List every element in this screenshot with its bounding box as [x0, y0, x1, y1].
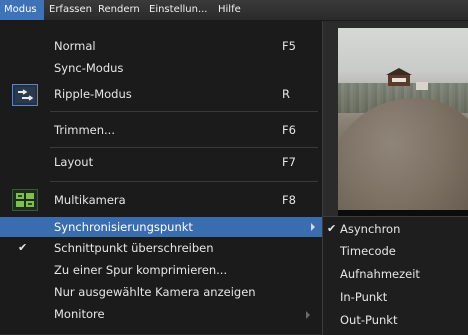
menu-item-label: Monitore: [54, 307, 105, 321]
menu-item-label: Nur ausgewählte Kamera anzeigen: [54, 285, 256, 299]
menu-erfassen[interactable]: Erfassen: [49, 0, 92, 20]
menu-item-synchronisierungspunkt[interactable]: Synchronisierungspunkt: [0, 217, 322, 237]
menu-separator: [50, 111, 318, 112]
menu-item-label: Synchronisierungspunkt: [54, 220, 193, 234]
submenu-item-label: Asynchron: [340, 222, 401, 236]
submenu-item-asynchron[interactable]: ✔ Asynchron: [323, 222, 468, 240]
menu-item-label: Ripple-Modus: [54, 87, 132, 101]
submenu-item-timecode[interactable]: Timecode: [323, 244, 468, 262]
menu-item-trimmen[interactable]: Trimmen... F6: [0, 123, 322, 141]
submenu-item-label: Timecode: [340, 244, 396, 258]
menu-item-shortcut: F8: [282, 193, 296, 207]
menu-item-nur-ausgewaehlte-kamera[interactable]: Nur ausgewählte Kamera anzeigen: [0, 285, 322, 303]
menu-item-sync-modus[interactable]: Sync-Modus: [0, 61, 322, 79]
checkmark-icon: ✔: [327, 222, 337, 235]
menu-item-label: Normal: [54, 39, 96, 53]
menu-item-multikamera[interactable]: Multikamera F8: [0, 189, 322, 211]
menu-item-label: Zu einer Spur komprimieren...: [54, 263, 228, 277]
house-image-detail: [386, 68, 412, 86]
menu-item-shortcut: F5: [282, 39, 296, 53]
menu-item-monitore[interactable]: Monitore: [0, 307, 322, 325]
menu-hilfe[interactable]: Hilfe: [218, 0, 241, 20]
menu-item-shortcut: F6: [282, 123, 296, 137]
synchronisierungspunkt-submenu: ✔ Asynchron Timecode Aufnahmezeit In-Pun…: [322, 216, 468, 335]
menu-item-label: Trimmen...: [54, 123, 115, 137]
multicam-icon: [12, 189, 38, 211]
menu-item-label: Sync-Modus: [54, 61, 124, 75]
submenu-item-in-punkt[interactable]: In-Punkt: [323, 290, 468, 308]
menu-item-ripple-modus[interactable]: Ripple-Modus R: [0, 84, 322, 106]
menu-item-layout[interactable]: Layout F7: [0, 155, 322, 173]
menu-item-shortcut: F7: [282, 155, 296, 169]
submenu-arrow-icon: [306, 311, 310, 319]
ripple-mode-icon: [12, 84, 38, 106]
menu-item-label: Multikamera: [54, 193, 126, 207]
menu-rendern[interactable]: Rendern: [98, 0, 140, 20]
menu-item-zu-einer-spur-komprimieren[interactable]: Zu einer Spur komprimieren...: [0, 263, 322, 281]
menu-item-normal[interactable]: Normal F5: [0, 39, 322, 57]
menu-item-label: Schnittpunkt überschreiben: [54, 241, 214, 255]
submenu-item-label: In-Punkt: [340, 290, 388, 304]
modus-dropdown-menu: Normal F5 Sync-Modus Ripple-Modus R Trim…: [0, 21, 323, 334]
menu-bar: Modus Erfassen Rendern Einstellun... Hil…: [0, 0, 468, 21]
menu-item-shortcut: R: [282, 87, 290, 101]
menu-einstellungen[interactable]: Einstellun...: [149, 0, 208, 20]
menu-modus[interactable]: Modus: [0, 0, 44, 20]
submenu-item-aufnahmezeit[interactable]: Aufnahmezeit: [323, 267, 468, 285]
menu-separator: [50, 147, 318, 148]
menu-separator: [50, 181, 318, 182]
video-preview: [338, 28, 468, 226]
menu-item-schnittpunkt-ueberschreiben[interactable]: ✔ Schnittpunkt überschreiben: [0, 241, 322, 259]
submenu-item-out-punkt[interactable]: Out-Punkt: [323, 313, 468, 331]
menu-item-label: Layout: [54, 155, 94, 169]
submenu-item-label: Out-Punkt: [340, 313, 398, 327]
submenu-item-label: Aufnahmezeit: [340, 267, 420, 281]
submenu-arrow-icon: [311, 223, 315, 231]
checkmark-icon: ✔: [18, 241, 28, 254]
